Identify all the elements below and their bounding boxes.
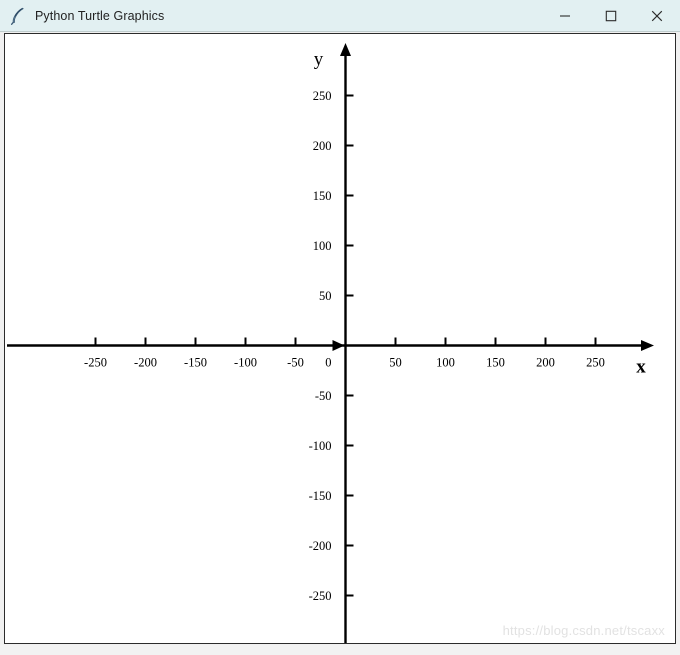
x-tick-label: -100 xyxy=(234,356,257,370)
turtle-drawing-canvas[interactable]: -250 -200 -150 -100 -50 50 100 150 200 250 250 200 1… xyxy=(4,33,676,644)
title-bar: Python Turtle Graphics xyxy=(0,0,680,32)
x-tick-label: 200 xyxy=(536,356,555,370)
x-axis-arrowhead xyxy=(641,340,654,351)
y-axis-arrowhead xyxy=(340,43,351,56)
y-tick-label: 50 xyxy=(319,289,332,303)
y-axis-label: y xyxy=(314,49,324,70)
y-tick-label: -50 xyxy=(315,389,332,403)
minimize-button[interactable] xyxy=(542,0,588,31)
maximize-icon xyxy=(605,10,617,21)
x-tick-label: 150 xyxy=(486,356,505,370)
x-axis-origin-arrowhead xyxy=(332,340,345,351)
y-tick-label: 150 xyxy=(313,189,332,203)
x-tick-label: 50 xyxy=(389,356,402,370)
window-bottom-strip xyxy=(0,645,680,655)
y-tick-label: 100 xyxy=(313,239,332,253)
feather-quill-icon xyxy=(10,7,24,25)
y-tick-label: -200 xyxy=(309,539,332,553)
x-axis-label: x xyxy=(636,357,646,378)
origin-label: 0 xyxy=(325,356,331,370)
turtle-graphics-window: Python Turtle Graphics -250 -200 -150 -1… xyxy=(0,0,680,655)
y-tick-label: 250 xyxy=(313,89,332,103)
x-tick-label: -250 xyxy=(84,356,107,370)
close-icon xyxy=(651,10,663,21)
x-tick-label: -50 xyxy=(287,356,304,370)
window-controls xyxy=(542,0,680,31)
close-button[interactable] xyxy=(634,0,680,31)
x-tick-label: -150 xyxy=(184,356,207,370)
window-title: Python Turtle Graphics xyxy=(35,8,165,23)
y-tick-label: -250 xyxy=(309,589,332,603)
minimize-icon xyxy=(560,14,570,17)
x-tick-label: 250 xyxy=(586,356,605,370)
y-tick-label: -150 xyxy=(309,489,332,503)
maximize-button[interactable] xyxy=(588,0,634,31)
coordinate-axes-plot: -250 -200 -150 -100 -50 50 100 150 200 250 250 200 1… xyxy=(7,43,654,643)
x-tick-label: 100 xyxy=(436,356,455,370)
y-tick-label: -100 xyxy=(309,439,332,453)
x-tick-label: -200 xyxy=(134,356,157,370)
y-tick-label: 200 xyxy=(313,139,332,153)
